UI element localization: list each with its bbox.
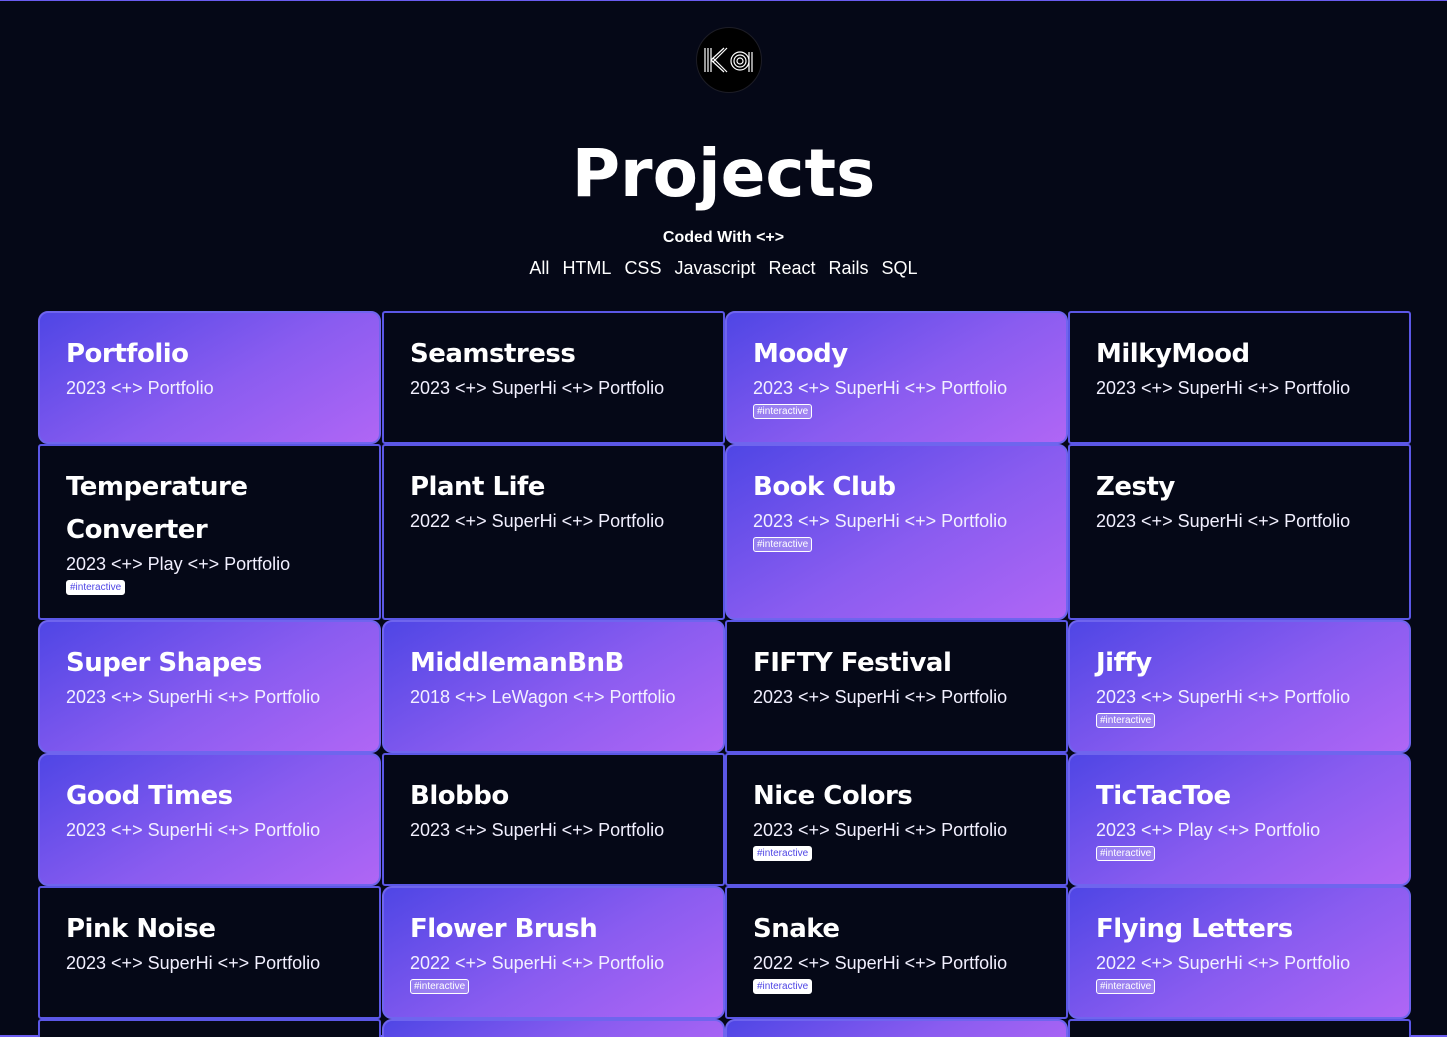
project-title: Blobbo (410, 781, 509, 811)
project-title: MilkyMood (1096, 339, 1250, 369)
project-title: Super Shapes (66, 648, 262, 678)
project-title: Portfolio (66, 339, 189, 369)
interactive-tag: #interactive (753, 979, 813, 994)
project-card[interactable]: Blobbo 2023 <+> SuperHi <+> Portfolio (382, 753, 725, 886)
project-title: Plant Life (410, 472, 545, 502)
project-card[interactable] (1068, 1019, 1411, 1037)
project-meta: 2023 <+> SuperHi <+> Portfolio (753, 687, 1008, 707)
project-title: Good Times (66, 781, 233, 811)
project-title: Moody (753, 339, 848, 369)
coded-with-label: Coded With <+> (662, 229, 785, 246)
project-meta: 2023 <+> SuperHi <+> Portfolio (66, 687, 321, 707)
project-meta: 2023 <+> SuperHi <+> Portfolio (1096, 687, 1351, 707)
project-meta: 2023 <+> Play <+> Portfolio (1096, 820, 1321, 840)
project-card[interactable]: Zesty 2023 <+> SuperHi <+> Portfolio (1068, 444, 1411, 620)
project-title: FIFTY Festival (753, 648, 952, 678)
project-card[interactable]: Moody 2023 <+> SuperHi <+> Portfolio #inte… (725, 311, 1068, 444)
filter-sql[interactable]: SQL (882, 258, 918, 279)
project-title: Jiffy (1096, 648, 1152, 678)
project-title: MiddlemanBnB (410, 648, 624, 678)
project-meta: 2023 <+> Play <+> Portfolio (66, 554, 291, 574)
project-meta: 2023 <+> SuperHi <+> Portfolio (410, 378, 665, 398)
project-meta: 2023 <+> SuperHi <+> Portfolio (66, 820, 321, 840)
project-card[interactable]: TicTacToe 2023 <+> Play <+> Portfolio #int… (1068, 753, 1411, 886)
project-meta: 2023 <+> SuperHi <+> Portfolio (753, 511, 1008, 531)
interactive-tag: #interactive (1096, 979, 1156, 994)
logo-mark-icon (704, 47, 753, 73)
interactive-tag: #interactive (66, 580, 126, 595)
filter-javascript[interactable]: Javascript (674, 258, 755, 279)
project-title: Pink Noise (66, 914, 216, 944)
project-card[interactable]: Super Shapes 2023 <+> SuperHi <+> Portfol… (38, 620, 381, 753)
interactive-tag: #interactive (753, 404, 813, 419)
project-meta: 2022 <+> SuperHi <+> Portfolio (1096, 953, 1351, 973)
project-meta: 2022 <+> SuperHi <+> Portfolio (753, 953, 1008, 973)
project-card[interactable]: Temperature Converter 2023 <+> Play <+> P… (38, 444, 381, 620)
project-title: Snake (753, 914, 840, 944)
project-card[interactable]: Seamstress 2023 <+> SuperHi <+> Portfolio (382, 311, 725, 444)
project-title: TicTacToe (1096, 781, 1231, 811)
project-card[interactable]: MiddlemanBnB 2018 <+> LeWagon <+> Portfol… (382, 620, 725, 753)
project-card[interactable] (38, 1019, 381, 1037)
project-card[interactable]: Portfolio 2023 <+> Portfolio (38, 311, 381, 444)
project-card[interactable]: Flying Letters 2022 <+> SuperHi <+> Portf… (1068, 886, 1411, 1019)
project-card[interactable]: Pink Noise 2023 <+> SuperHi <+> Portfolio (38, 886, 381, 1019)
interactive-tag: #interactive (753, 537, 813, 552)
project-title: Seamstress (410, 339, 576, 369)
filter-nav: All HTML CSS Javascript React Rails SQL (0, 258, 1447, 279)
project-title: Zesty (1096, 472, 1175, 502)
project-meta: 2022 <+> SuperHi <+> Portfolio (410, 953, 665, 973)
project-card[interactable]: Book Club 2023 <+> SuperHi <+> Portfolio #… (725, 444, 1068, 620)
project-meta: 2023 <+> SuperHi <+> Portfolio (1096, 378, 1351, 398)
filter-rails[interactable]: Rails (829, 258, 869, 279)
project-card[interactable]: Good Times 2023 <+> SuperHi <+> Portfolio (38, 753, 381, 886)
project-meta: 2023 <+> SuperHi <+> Portfolio (753, 378, 1008, 398)
project-card[interactable]: Plant Life 2022 <+> SuperHi <+> Portfolio (382, 444, 725, 620)
project-title: Flying Letters (1096, 914, 1293, 944)
interactive-tag: #interactive (753, 846, 813, 861)
interactive-tag: #interactive (1096, 713, 1156, 728)
project-meta: 2022 <+> SuperHi <+> Portfolio (410, 511, 665, 531)
filter-css[interactable]: CSS (624, 258, 661, 279)
filter-html[interactable]: HTML (562, 258, 611, 279)
project-meta: 2023 <+> SuperHi <+> Portfolio (1096, 511, 1351, 531)
logo[interactable] (696, 27, 762, 93)
project-meta: 2023 <+> Portfolio (66, 378, 214, 398)
project-title: Flower Brush (410, 914, 598, 944)
project-title: Book Club (753, 472, 896, 502)
interactive-tag: #interactive (1096, 846, 1156, 861)
project-meta: 2018 <+> LeWagon <+> Portfolio (410, 687, 676, 707)
project-card[interactable] (725, 1019, 1068, 1037)
project-meta: 2023 <+> SuperHi <+> Portfolio (66, 953, 321, 973)
filter-react[interactable]: React (768, 258, 815, 279)
project-card[interactable]: MilkyMood 2023 <+> SuperHi <+> Portfolio (1068, 311, 1411, 444)
project-card[interactable]: Snake 2022 <+> SuperHi <+> Portfolio #inte… (725, 886, 1068, 1019)
filter-all[interactable]: All (529, 258, 549, 279)
project-card[interactable]: FIFTY Festival 2023 <+> SuperHi <+> Portf… (725, 620, 1068, 753)
project-card[interactable]: Jiffy 2023 <+> SuperHi <+> Portfolio #inte… (1068, 620, 1411, 753)
interactive-tag: #interactive (410, 979, 470, 994)
project-meta: 2023 <+> SuperHi <+> Portfolio (753, 820, 1008, 840)
project-card[interactable]: Nice Colors 2023 <+> SuperHi <+> Portfoli… (725, 753, 1068, 886)
project-title: Temperature Converter (66, 472, 248, 545)
page-title: Projects (571, 135, 876, 212)
project-title: Nice Colors (753, 781, 913, 811)
project-card[interactable] (382, 1019, 725, 1037)
project-card[interactable]: Flower Brush 2022 <+> SuperHi <+> Portfol… (382, 886, 725, 1019)
project-meta: 2023 <+> SuperHi <+> Portfolio (410, 820, 665, 840)
